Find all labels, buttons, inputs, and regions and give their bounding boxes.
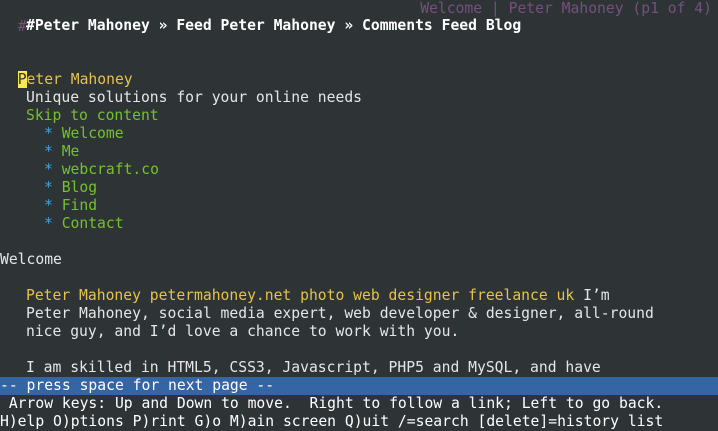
skip-to-content-link[interactable]: Skip to content [26,107,716,125]
body-line-4: I am skilled in HTML5, CSS3, Javascript,… [26,359,601,376]
bullet-icon: * [44,179,53,196]
nav-item-contact[interactable]: * Contact [44,215,714,233]
bullet-icon: * [44,161,53,178]
help-line: Arrow keys: Up and Down to move. Right t… [0,395,664,412]
nav-item-find[interactable]: * Find [44,197,714,215]
command-line: H)elp O)ptions P)rint G)o M)ain screen Q… [0,413,664,430]
site-name[interactable]: Peter Mahoney [0,53,718,88]
page-heading: Welcome [0,251,62,268]
body-link[interactable]: Peter Mahoney petermahoney.net photo web… [26,287,574,304]
bullet-icon: * [44,125,53,142]
bullet-icon: * [44,215,53,232]
nav-item-welcome[interactable]: * Welcome [44,125,714,143]
tagline: Unique solutions for your online needs [26,89,363,106]
bullet-icon: * [44,143,53,160]
text-cursor: P [17,71,27,88]
nav-item-blog[interactable]: * Blog [44,179,714,197]
title-row: # Welcome | Peter Mahoney (p1 of 4) [0,0,718,35]
header-links[interactable]: #Peter Mahoney » Feed Peter Mahoney » Co… [26,17,716,35]
body-line-3: nice guy, and I’d love a chance to work … [26,323,460,340]
nav-item-webcraft[interactable]: * webcraft.co [44,161,714,179]
page-title: Welcome | Peter Mahoney (p1 of 4) [420,0,712,17]
body-line-2: Peter Mahoney, social media expert, web … [26,305,654,322]
bullet-icon: * [44,197,53,214]
site-name-rest: eter Mahoney [26,71,133,88]
body-line-1: Peter Mahoney petermahoney.net photo web… [26,287,610,304]
nav-item-me[interactable]: * Me [44,143,714,161]
more-prompt-bar: -- press space for next page -- [0,377,718,395]
